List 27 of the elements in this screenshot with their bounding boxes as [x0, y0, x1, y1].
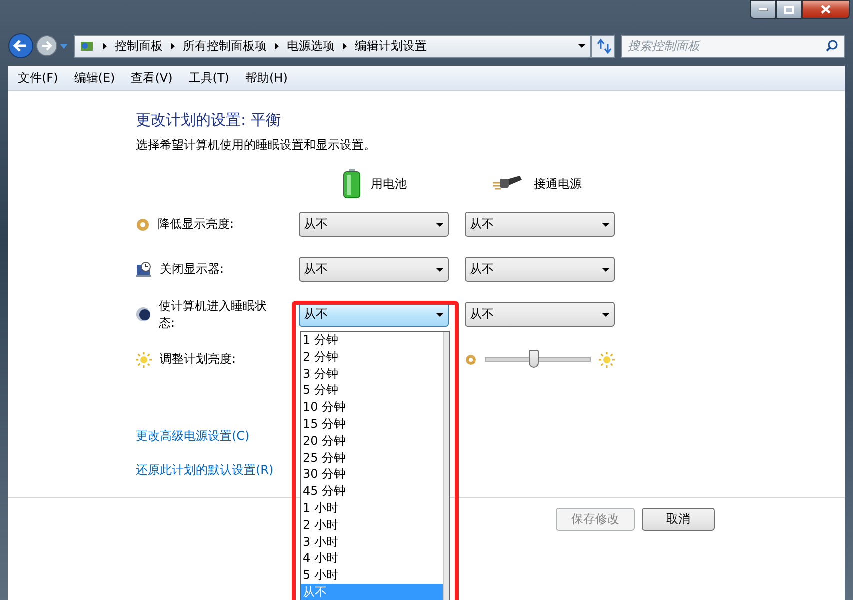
settings-link[interactable]: 还原此计划的默认设置(R)	[136, 462, 274, 479]
menu-item[interactable]: 查看(V)	[125, 68, 179, 88]
breadcrumb-item[interactable]: 控制面板	[115, 38, 163, 54]
page-heading: 更改计划的设置: 平衡	[136, 111, 282, 130]
setting-label: 关闭显示器:	[160, 261, 224, 278]
breadcrumb-item[interactable]: 编辑计划设置	[355, 38, 427, 54]
dropdown-select[interactable]: 从不	[299, 212, 449, 237]
page-subtitle: 选择希望计算机使用的睡眠设置和显示设置。	[136, 137, 377, 154]
setting-label: 降低显示亮度:	[158, 216, 234, 233]
dropdown-select[interactable]: 从不	[465, 212, 615, 237]
menu-item[interactable]: 编辑(E)	[68, 68, 122, 88]
setting-label: 调整计划亮度:	[160, 351, 236, 368]
address-bar[interactable]: 控制面板 所有控制面板项 电源选项 编辑计划设置	[74, 34, 591, 58]
menu-item[interactable]: 文件(F)	[12, 68, 64, 88]
column-heading: 接通电源	[534, 176, 582, 192]
cancel-button[interactable]: 取消	[642, 508, 715, 531]
search-field[interactable]: 搜索控制面板	[621, 34, 845, 58]
menu-item[interactable]: 工具(T)	[182, 68, 236, 88]
settings-link[interactable]: 更改高级电源设置(C)	[136, 428, 250, 445]
menu-item[interactable]: 帮助(H)	[240, 68, 294, 88]
setting-label: 使计算机进入睡眠状态:	[159, 298, 268, 332]
dropdown-select[interactable]: 从不	[299, 257, 449, 282]
breadcrumb-item[interactable]: 所有控制面板项	[183, 38, 267, 54]
breadcrumb-item[interactable]: 电源选项	[287, 38, 335, 54]
column-heading: 用电池	[371, 176, 407, 192]
dropdown-select[interactable]: 从不	[465, 257, 615, 282]
dropdown-select[interactable]: 从不	[465, 302, 615, 327]
